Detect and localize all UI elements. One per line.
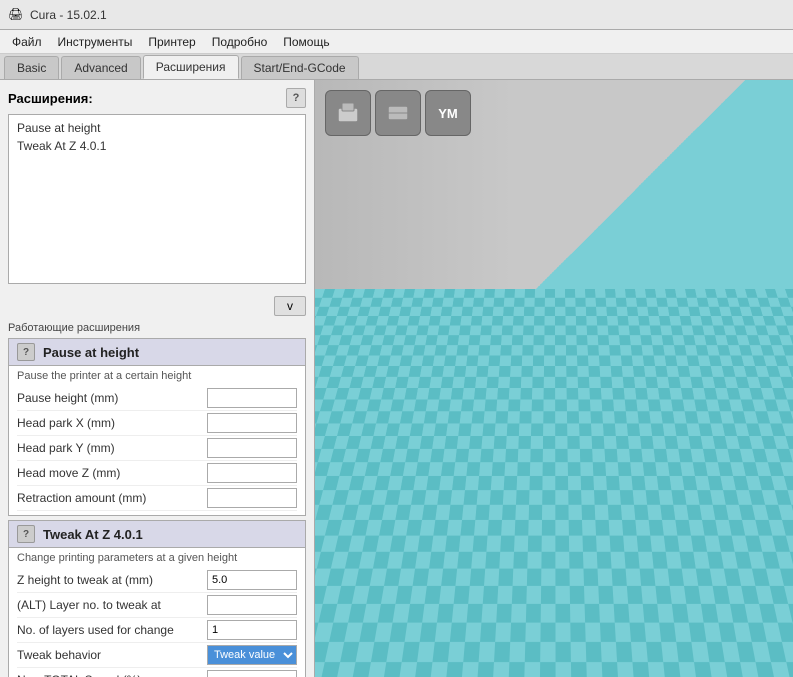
ext-config-area[interactable]: ? Pause at height Pause the printer at a… xyxy=(0,338,314,677)
tab-basic[interactable]: Basic xyxy=(4,56,59,79)
view-mode-button[interactable] xyxy=(375,90,421,136)
param-pause-height: Pause height (mm) xyxy=(17,386,297,411)
param-total-speed-input[interactable] xyxy=(207,670,297,677)
pause-card-title: Pause at height xyxy=(43,345,139,360)
tweak-card-body: Change printing parameters at a given he… xyxy=(9,548,305,677)
extensions-help-button[interactable]: ? xyxy=(286,88,306,108)
param-head-move-z-input[interactable] xyxy=(207,463,297,483)
view-3d: YM xyxy=(315,80,793,677)
extensions-header: Расширения: ? xyxy=(8,88,306,108)
param-alt-layer-input[interactable] xyxy=(207,595,297,615)
param-head-move-z: Head move Z (mm) xyxy=(17,461,297,486)
tab-advanced[interactable]: Advanced xyxy=(61,56,140,79)
ym-button[interactable]: YM xyxy=(425,90,471,136)
menu-tools[interactable]: Инструменты xyxy=(50,33,141,51)
ym-label: YM xyxy=(438,106,458,121)
param-alt-layer-label: (ALT) Layer no. to tweak at xyxy=(17,598,207,612)
menubar: Файл Инструменты Принтер Подробно Помощь xyxy=(0,30,793,54)
param-tweak-behavior-select[interactable]: Tweak value and kee Tweak value for sing… xyxy=(207,645,297,665)
extensions-section: Расширения: ? Pause at height Tweak At Z… xyxy=(0,80,314,292)
app-icon: 🖨 xyxy=(8,7,24,23)
tabbar: Basic Advanced Расширения Start/End-GCod… xyxy=(0,54,793,80)
param-head-move-z-label: Head move Z (mm) xyxy=(17,466,207,480)
tab-rasshireniya[interactable]: Расширения xyxy=(143,55,239,79)
param-z-height: Z height to tweak at (mm) xyxy=(17,568,297,593)
extensions-title: Расширения: xyxy=(8,91,93,106)
param-total-speed-label: New TOTAL Speed (%) xyxy=(17,673,207,677)
param-retraction-label: Retraction amount (mm) xyxy=(17,491,207,505)
param-retraction-input[interactable] xyxy=(207,488,297,508)
param-retraction: Retraction amount (mm) xyxy=(17,486,297,511)
menu-detail[interactable]: Подробно xyxy=(204,33,276,51)
main-layout: Расширения: ? Pause at height Tweak At Z… xyxy=(0,80,793,677)
param-head-park-x: Head park X (mm) xyxy=(17,411,297,436)
ext-card-tweak-at-z: ? Tweak At Z 4.0.1 Change printing param… xyxy=(8,520,306,677)
param-layers-change-label: No. of layers used for change xyxy=(17,623,207,637)
ext-card-tweak-header: ? Tweak At Z 4.0.1 xyxy=(9,521,305,548)
param-layers-change-input[interactable] xyxy=(207,620,297,640)
menu-help[interactable]: Помощь xyxy=(275,33,337,51)
ext-card-pause-at-height: ? Pause at height Pause the printer at a… xyxy=(8,338,306,516)
param-total-speed: New TOTAL Speed (%) xyxy=(17,668,297,677)
param-alt-layer: (ALT) Layer no. to tweak at xyxy=(17,593,297,618)
param-head-park-x-input[interactable] xyxy=(207,413,297,433)
param-head-park-y-input[interactable] xyxy=(207,438,297,458)
platform-button[interactable] xyxy=(325,90,371,136)
param-tweak-behavior-label: Tweak behavior xyxy=(17,648,207,662)
tweak-card-help-button[interactable]: ? xyxy=(17,525,35,543)
v-button[interactable]: v xyxy=(274,296,306,316)
checkerboard-floor xyxy=(315,289,793,677)
menu-printer[interactable]: Принтер xyxy=(140,33,203,51)
param-z-height-input[interactable] xyxy=(207,570,297,590)
v-button-row: v xyxy=(0,292,314,320)
param-pause-height-label: Pause height (mm) xyxy=(17,391,207,405)
ext-card-pause-header: ? Pause at height xyxy=(9,339,305,366)
active-extensions-label: Работающие расширения xyxy=(0,320,314,338)
view-toolbar: YM xyxy=(325,90,471,136)
param-head-park-y: Head park Y (mm) xyxy=(17,436,297,461)
param-pause-height-input[interactable] xyxy=(207,388,297,408)
right-panel: YM xyxy=(315,80,793,677)
param-layers-change: No. of layers used for change xyxy=(17,618,297,643)
pause-card-body: Pause the printer at a certain height Pa… xyxy=(9,366,305,515)
menu-file[interactable]: Файл xyxy=(4,33,50,51)
param-tweak-behavior: Tweak behavior Tweak value and kee Tweak… xyxy=(17,643,297,668)
extensions-list[interactable]: Pause at height Tweak At Z 4.0.1 xyxy=(8,114,306,284)
pause-card-help-button[interactable]: ? xyxy=(17,343,35,361)
pause-card-desc: Pause the printer at a certain height xyxy=(17,370,297,382)
param-head-park-x-label: Head park X (mm) xyxy=(17,416,207,430)
left-panel: Расширения: ? Pause at height Tweak At Z… xyxy=(0,80,315,677)
tweak-card-title: Tweak At Z 4.0.1 xyxy=(43,527,143,542)
param-z-height-label: Z height to tweak at (mm) xyxy=(17,573,207,587)
window-title: Cura - 15.02.1 xyxy=(30,8,107,22)
tab-startend[interactable]: Start/End-GCode xyxy=(241,56,359,79)
ext-list-item-1[interactable]: Tweak At Z 4.0.1 xyxy=(13,137,301,155)
titlebar: 🖨 Cura - 15.02.1 xyxy=(0,0,793,30)
ext-list-item-0[interactable]: Pause at height xyxy=(13,119,301,137)
tweak-card-desc: Change printing parameters at a given he… xyxy=(17,552,297,564)
param-head-park-y-label: Head park Y (mm) xyxy=(17,441,207,455)
